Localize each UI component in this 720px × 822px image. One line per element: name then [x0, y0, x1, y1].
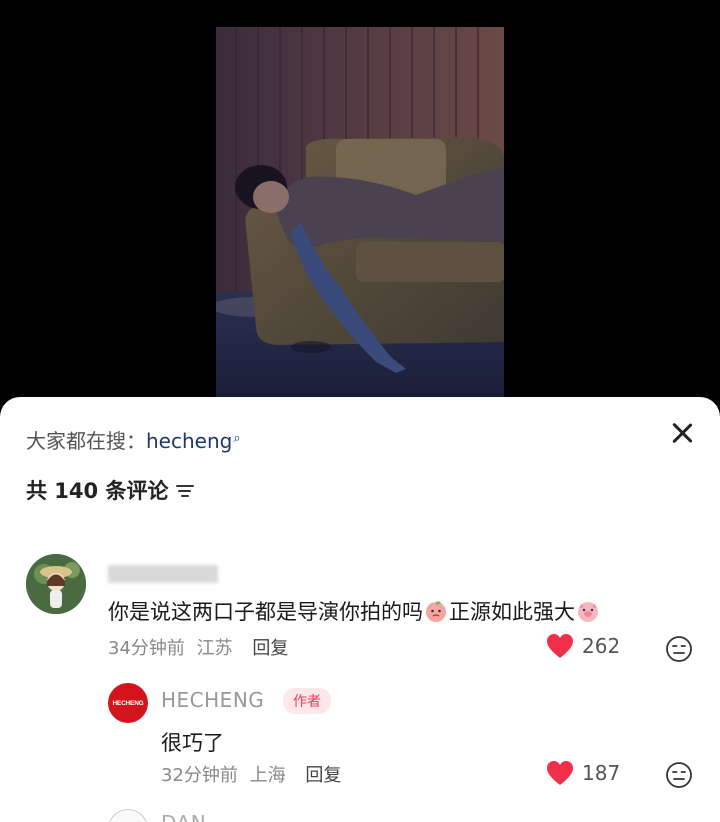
- search-suggestion-prefix: 大家都在搜：: [26, 429, 146, 453]
- piggy-face-emoji-icon: [578, 602, 598, 622]
- avatar-image: [26, 554, 86, 614]
- like-count: 262: [582, 634, 621, 658]
- heart-icon: [547, 761, 573, 785]
- reply-like-count: 187: [582, 761, 621, 785]
- dislike-face-icon[interactable]: [665, 761, 693, 789]
- author-avatar-text: HECHENG: [112, 699, 144, 707]
- reply-button[interactable]: 回复: [252, 638, 288, 659]
- like-button[interactable]: 262: [546, 633, 620, 659]
- comment-text-part2: 正源如此强大: [449, 600, 575, 624]
- reply-location: 上海: [249, 765, 286, 786]
- reply-reply-button[interactable]: 回复: [305, 765, 341, 786]
- peach-face-emoji-icon: [426, 601, 446, 622]
- heart-icon: [547, 634, 573, 658]
- username-partial[interactable]: DAN: [161, 811, 206, 822]
- app-screen: 大家都在搜：hecheng⌕ 共 140 条评论 你是说这两口子都是导演你拍的吗…: [0, 0, 720, 822]
- close-icon[interactable]: [666, 417, 698, 449]
- comment-text: 你是说这两口子都是导演你拍的吗 正源如此强大: [108, 596, 601, 626]
- reply-time: 32分钟前: [161, 765, 238, 786]
- author-name[interactable]: HECHENG: [161, 688, 264, 712]
- reply-text: 很巧了: [161, 731, 224, 755]
- post-image-illustration: [216, 27, 504, 397]
- search-icon: ⌕: [233, 431, 241, 446]
- search-suggestion[interactable]: 大家都在搜：hecheng⌕: [26, 425, 241, 454]
- comment-meta: 34分钟前 江苏 回复: [108, 634, 288, 660]
- comment-time: 34分钟前: [108, 638, 185, 659]
- comments-count-label: 共 140 条评论: [26, 479, 169, 503]
- comment-sheet: 大家都在搜：hecheng⌕ 共 140 条评论 你是说这两口子都是导演你拍的吗…: [0, 397, 720, 822]
- reply-meta: 32分钟前 上海 回复: [161, 761, 341, 787]
- comments-count-header: 共 140 条评论: [26, 475, 196, 505]
- search-suggestion-keyword[interactable]: hecheng: [146, 429, 232, 453]
- comment-location: 江苏: [196, 638, 233, 659]
- dislike-face-icon[interactable]: [665, 635, 693, 663]
- comment-text-part1: 你是说这两口子都是导演你拍的吗: [108, 600, 423, 624]
- reply-like-button[interactable]: 187: [546, 760, 620, 786]
- post-image[interactable]: [216, 27, 504, 397]
- username-redacted[interactable]: [108, 565, 218, 583]
- avatar[interactable]: [26, 554, 86, 614]
- author-badge: 作者: [283, 688, 331, 714]
- avatar[interactable]: [108, 809, 148, 822]
- sort-filter-icon[interactable]: [176, 483, 196, 499]
- author-avatar[interactable]: HECHENG: [108, 683, 148, 723]
